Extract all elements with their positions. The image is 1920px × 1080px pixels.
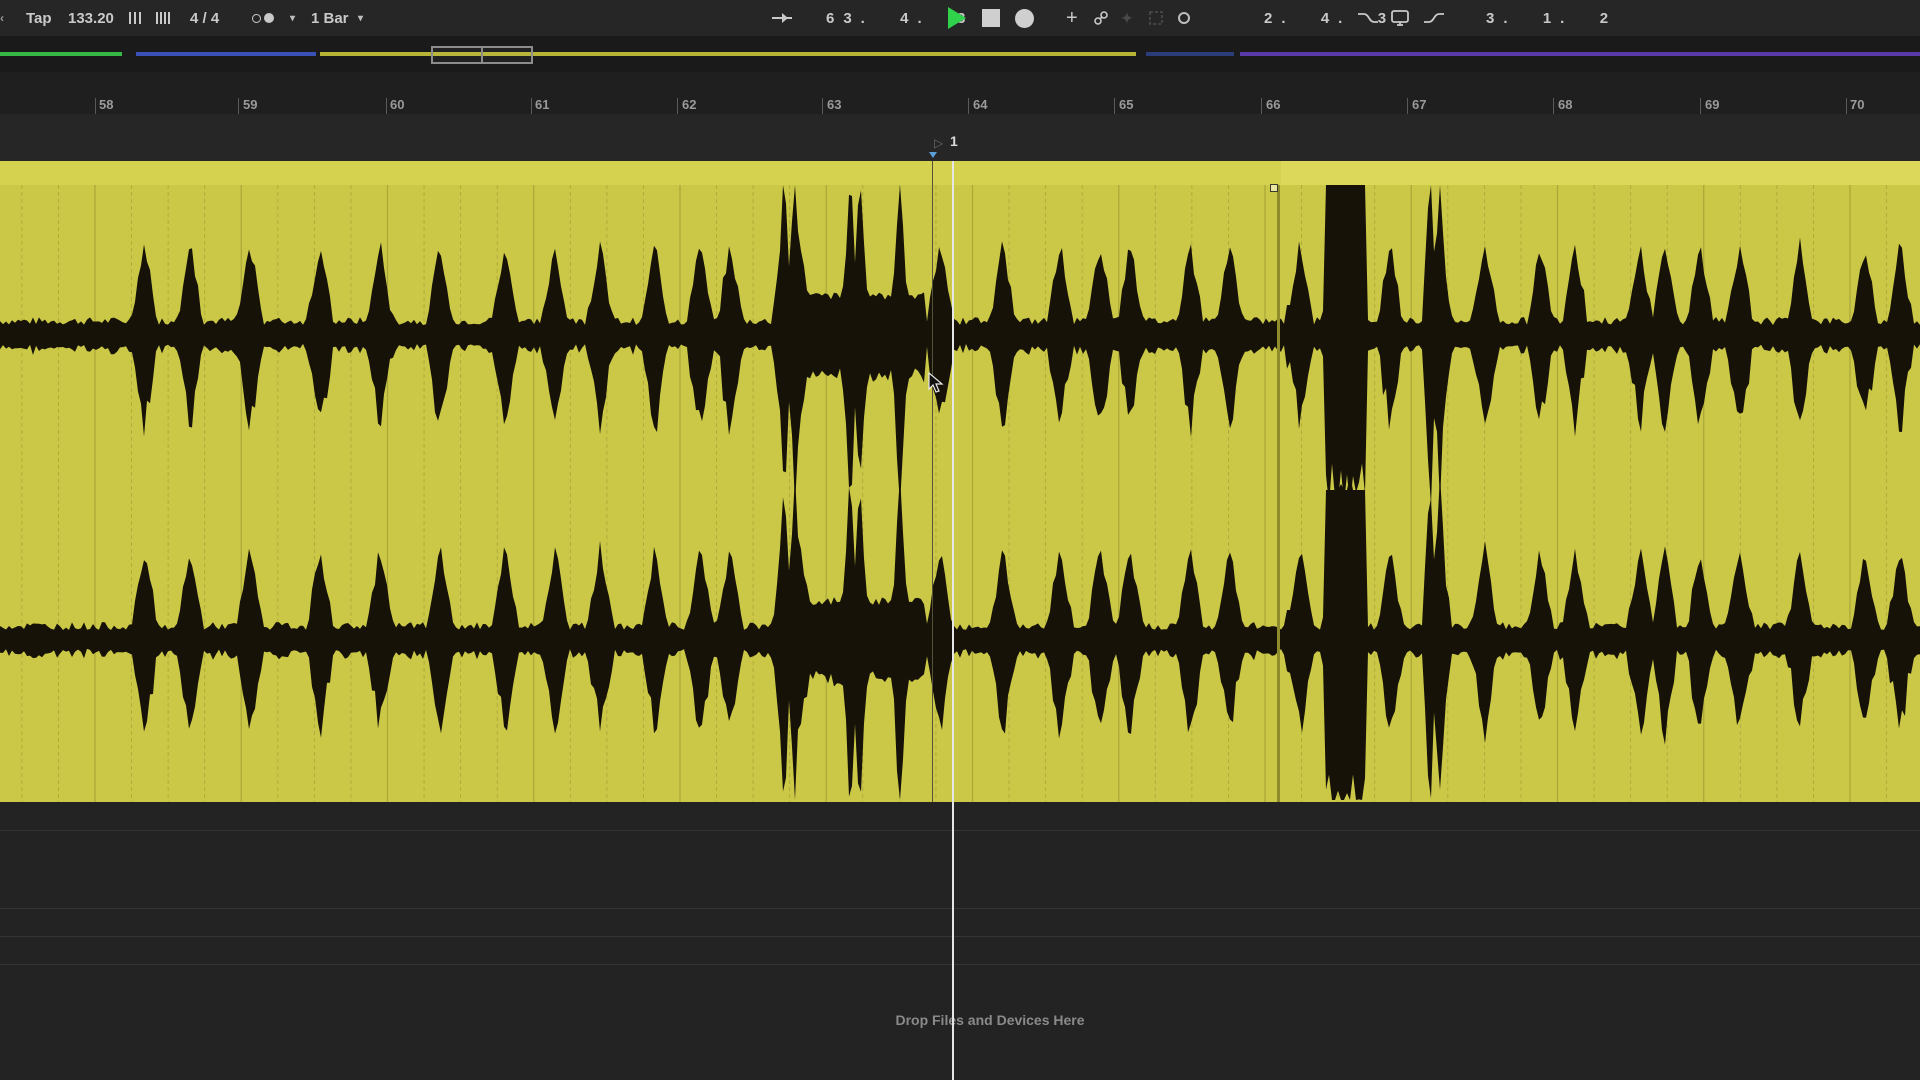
waveform-left-channel [0,185,1920,505]
bar-number: 64 [973,97,988,112]
insert-marker-icon [929,152,937,158]
bar-number: 66 [1266,97,1281,112]
locator-triangle-icon[interactable]: ▷ [934,136,943,150]
follow-icon[interactable] [770,0,794,36]
overview-segment [136,52,316,56]
metronome-menu-chevron-down-icon[interactable]: ▾ [290,0,295,36]
locator-label[interactable]: 1 [950,133,958,149]
punch-icon[interactable] [1423,0,1445,36]
overview-segment [1240,52,1920,56]
chevron-left-icon[interactable]: ‹ [0,0,8,36]
insert-marker-line [932,161,933,802]
bar-number: 67 [1412,97,1427,112]
overview-segment [0,52,122,56]
empty-track-area[interactable] [0,802,1920,1080]
bar-number: 63 [827,97,842,112]
time-signature-field[interactable]: 4 / 4 [190,0,219,36]
play-icon[interactable] [948,0,966,36]
quantize-menu[interactable]: 1 Bar [311,0,349,36]
metronome-icon[interactable] [252,0,274,36]
curve-icon[interactable] [1357,0,1379,36]
audio-waveform [0,185,1920,800]
record-icon[interactable] [1015,0,1034,36]
bar-number: 70 [1850,97,1865,112]
arm-icon[interactable]: ✦ [1121,0,1133,36]
bar-number: 62 [682,97,697,112]
bar-number: 61 [535,97,550,112]
playhead[interactable] [952,161,954,1080]
bar-number: 65 [1119,97,1134,112]
link-icon[interactable] [1093,0,1109,36]
bar-number: 59 [243,97,258,112]
loop-icon[interactable] [1390,0,1410,36]
transport-bar: ‹ Tap 133.20 4 / 4 ▾ 1 Bar ▾ 63. 4. 3 + … [0,0,1920,37]
mouse-cursor-icon [928,371,944,399]
clip-handle[interactable] [1270,184,1278,192]
session-record-icon[interactable] [1178,0,1190,36]
nudge-down-icon[interactable] [128,0,146,36]
arrangement-view: ‹ Tap 133.20 4 / 4 ▾ 1 Bar ▾ 63. 4. 3 + … [0,0,1920,1080]
locator-lane[interactable] [0,114,1920,161]
arrangement-overview[interactable] [0,36,1920,72]
tempo-field[interactable]: 133.20 [68,0,114,36]
bar-number: 68 [1558,97,1573,112]
tap-tempo-button[interactable]: Tap [26,0,52,36]
add-icon[interactable]: + [1066,0,1078,36]
clip-title-bar-selected[interactable] [1281,161,1920,185]
beat-time-ruler[interactable] [0,72,1920,114]
capture-icon[interactable] [1148,0,1164,36]
stop-icon[interactable] [982,0,1000,36]
quantize-chevron-down-icon[interactable]: ▾ [358,0,363,36]
nudge-up-icon[interactable] [155,0,175,36]
loop-length-field[interactable]: 3. 1. 2 [1486,0,1617,36]
waveform-right-channel [0,475,1920,800]
overview-zoom-handle[interactable] [431,46,533,64]
drop-files-hint: Drop Files and Devices Here [895,1012,1085,1028]
bar-number: 60 [390,97,405,112]
bar-number: 58 [99,97,114,112]
bar-number: 69 [1705,97,1720,112]
clip-boundary[interactable] [1277,185,1280,802]
overview-segment [1146,52,1234,56]
